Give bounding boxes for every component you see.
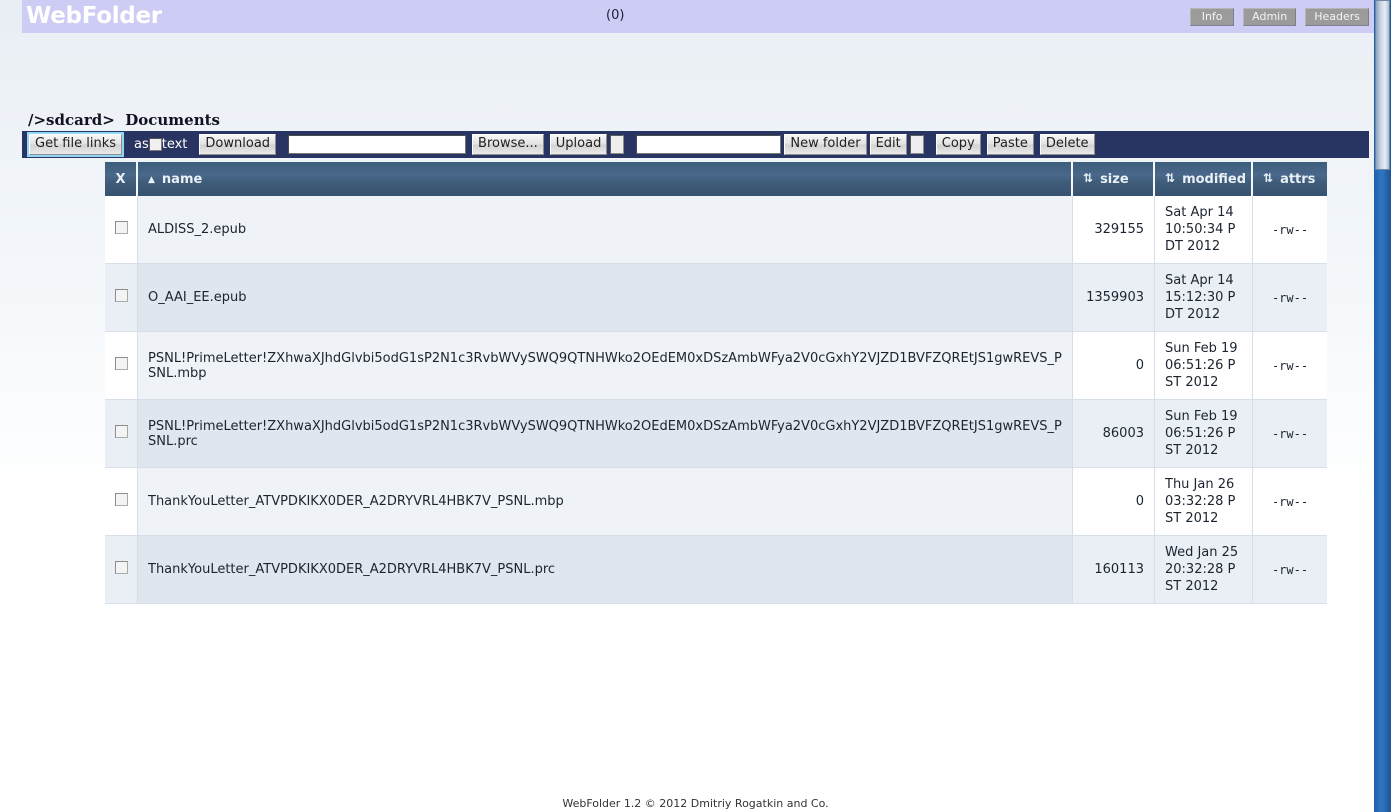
- file-table-header: X name size modified attrs: [105, 162, 1327, 196]
- admin-button[interactable]: Admin: [1243, 8, 1296, 26]
- delete-button[interactable]: Delete: [1040, 134, 1095, 155]
- file-attrs-cell: -rw--: [1253, 332, 1327, 400]
- table-row[interactable]: ThankYouLetter_ATVPDKIKX0DER_A2DRYVRL4HB…: [105, 536, 1327, 604]
- table-header-row: X name size modified attrs: [105, 162, 1327, 196]
- headers-button[interactable]: Headers: [1305, 8, 1369, 26]
- file-modified-cell: Sat Apr 14 10:50:34 PDT 2012: [1155, 196, 1253, 264]
- row-select-cell[interactable]: [105, 332, 138, 400]
- file-size-cell: 86003: [1073, 400, 1155, 468]
- browse-button[interactable]: Browse...: [472, 134, 544, 155]
- get-file-links-button[interactable]: Get file links: [29, 134, 122, 155]
- row-select-cell[interactable]: [105, 536, 138, 604]
- file-table: X name size modified attrs ALDISS_2.epub…: [105, 162, 1327, 604]
- file-table-body: ALDISS_2.epub329155Sat Apr 14 10:50:34 P…: [105, 196, 1327, 604]
- row-checkbox[interactable]: [115, 289, 128, 302]
- row-select-cell[interactable]: [105, 400, 138, 468]
- table-row[interactable]: ThankYouLetter_ATVPDKIKX0DER_A2DRYVRL4HB…: [105, 468, 1327, 536]
- row-select-cell[interactable]: [105, 264, 138, 332]
- row-checkbox[interactable]: [115, 425, 128, 438]
- file-size-cell: 329155: [1073, 196, 1155, 264]
- row-select-cell[interactable]: [105, 196, 138, 264]
- edit-button[interactable]: Edit: [870, 134, 907, 155]
- sort-asc-icon: [148, 176, 155, 185]
- breadcrumb[interactable]: />sdcard> Documents: [28, 111, 220, 129]
- banner-background: [22, 0, 1391, 33]
- text-label: text: [162, 138, 188, 151]
- column-header-attrs-label: attrs: [1280, 172, 1315, 187]
- column-header-attrs[interactable]: attrs: [1253, 162, 1327, 196]
- new-folder-input[interactable]: [636, 135, 781, 154]
- column-header-size-label: size: [1100, 172, 1129, 187]
- file-name-cell[interactable]: ThankYouLetter_ATVPDKIKX0DER_A2DRYVRL4HB…: [138, 536, 1073, 604]
- sort-both-icon: [1165, 174, 1175, 185]
- file-name-cell[interactable]: ThankYouLetter_ATVPDKIKX0DER_A2DRYVRL4HB…: [138, 468, 1073, 536]
- row-select-cell[interactable]: [105, 468, 138, 536]
- scrollbar-thumb[interactable]: [1375, 0, 1390, 170]
- vertical-scrollbar[interactable]: [1374, 0, 1391, 812]
- file-modified-cell: Thu Jan 26 03:32:28 PST 2012: [1155, 468, 1253, 536]
- sort-both-icon: [1263, 174, 1273, 185]
- file-modified-cell: Sun Feb 19 06:51:26 PST 2012: [1155, 332, 1253, 400]
- file-attrs-cell: -rw--: [1253, 264, 1327, 332]
- column-header-name[interactable]: name: [138, 162, 1073, 196]
- row-checkbox[interactable]: [115, 561, 128, 574]
- info-button[interactable]: Info: [1190, 8, 1234, 26]
- column-header-name-label: name: [162, 172, 202, 187]
- table-row[interactable]: PSNL!PrimeLetter!ZXhwaXJhdGlvbi5odG1sP2N…: [105, 332, 1327, 400]
- copy-button[interactable]: Copy: [936, 134, 981, 155]
- footer-copyright: WebFolder 1.2 © 2012 Dmitriy Rogatkin an…: [0, 797, 1391, 810]
- as-label: as: [134, 138, 149, 151]
- file-size-cell: 160113: [1073, 536, 1155, 604]
- table-row[interactable]: PSNL!PrimeLetter!ZXhwaXJhdGlvbi5odG1sP2N…: [105, 400, 1327, 468]
- file-name-cell[interactable]: PSNL!PrimeLetter!ZXhwaXJhdGlvbi5odG1sP2N…: [138, 332, 1073, 400]
- file-attrs-cell: -rw--: [1253, 468, 1327, 536]
- app-title: WebFolder: [26, 3, 162, 29]
- column-header-select-all-label: X: [115, 172, 125, 187]
- row-checkbox[interactable]: [115, 357, 128, 370]
- as-text-checkbox[interactable]: [149, 138, 162, 151]
- download-path-input[interactable]: [288, 135, 466, 154]
- file-list-container: X name size modified attrs ALDISS_2.epub…: [105, 162, 1327, 604]
- file-modified-cell: Sat Apr 14 15:12:30 PDT 2012: [1155, 264, 1253, 332]
- app-banner: WebFolder (0) Info Admin Headers: [0, 0, 1391, 33]
- file-modified-cell: Wed Jan 25 20:32:28 PST 2012: [1155, 536, 1253, 604]
- paste-button[interactable]: Paste: [987, 134, 1034, 155]
- file-name-cell[interactable]: PSNL!PrimeLetter!ZXhwaXJhdGlvbi5odG1sP2N…: [138, 400, 1073, 468]
- file-attrs-cell: -rw--: [1253, 196, 1327, 264]
- file-name-cell[interactable]: ALDISS_2.epub: [138, 196, 1073, 264]
- upload-extra-box[interactable]: [610, 135, 624, 154]
- edit-extra-box[interactable]: [910, 135, 924, 154]
- file-name-cell[interactable]: O_AAI_EE.epub: [138, 264, 1073, 332]
- table-row[interactable]: O_AAI_EE.epub1359903Sat Apr 14 15:12:30 …: [105, 264, 1327, 332]
- table-row[interactable]: ALDISS_2.epub329155Sat Apr 14 10:50:34 P…: [105, 196, 1327, 264]
- banner-button-group: Info Admin Headers: [1190, 8, 1369, 26]
- column-header-select-all[interactable]: X: [105, 162, 138, 196]
- file-attrs-cell: -rw--: [1253, 536, 1327, 604]
- column-header-modified[interactable]: modified: [1155, 162, 1253, 196]
- file-toolbar: Get file links as text Download Browse..…: [22, 131, 1369, 158]
- column-header-modified-label: modified: [1182, 172, 1246, 187]
- file-modified-cell: Sun Feb 19 06:51:26 PST 2012: [1155, 400, 1253, 468]
- upload-button[interactable]: Upload: [550, 134, 608, 155]
- file-attrs-cell: -rw--: [1253, 400, 1327, 468]
- file-size-cell: 0: [1073, 468, 1155, 536]
- selection-count: (0): [606, 8, 624, 23]
- row-checkbox[interactable]: [115, 221, 128, 234]
- row-checkbox[interactable]: [115, 493, 128, 506]
- file-size-cell: 1359903: [1073, 264, 1155, 332]
- new-folder-button[interactable]: New folder: [784, 134, 866, 155]
- column-header-size[interactable]: size: [1073, 162, 1155, 196]
- download-button[interactable]: Download: [199, 134, 276, 155]
- sort-both-icon: [1083, 174, 1093, 185]
- file-size-cell: 0: [1073, 332, 1155, 400]
